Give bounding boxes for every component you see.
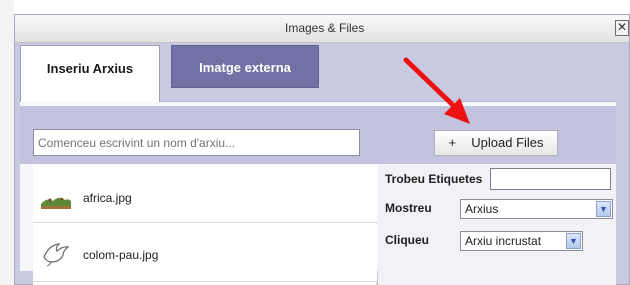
tab-external-image[interactable]: Imatge externa bbox=[171, 45, 319, 88]
click-action-select[interactable]: Arxiu incrustat ▼ bbox=[460, 231, 583, 251]
show-select[interactable]: Arxius ▼ bbox=[460, 199, 613, 219]
red-arrow-annotation bbox=[403, 57, 470, 124]
chevron-down-icon: ▼ bbox=[566, 233, 581, 249]
upload-files-label: Upload Files bbox=[471, 135, 544, 150]
file-name: colom-pau.jpg bbox=[83, 248, 159, 262]
list-item-africa[interactable]: africa.jpg bbox=[33, 165, 377, 223]
list-item-colom-pau[interactable]: colom-pau.jpg bbox=[33, 224, 377, 282]
file-search-input[interactable] bbox=[33, 129, 360, 156]
file-list: africa.jpg colom-pau.jpg bbox=[33, 165, 377, 285]
chevron-down-icon: ▼ bbox=[596, 201, 611, 217]
click-select-value: Arxiu incrustat bbox=[465, 234, 542, 248]
plus-icon: + bbox=[448, 135, 457, 150]
show-select-value: Arxius bbox=[465, 202, 499, 216]
background-window-strip bbox=[0, 0, 14, 285]
tab-insert-files[interactable]: Inseriu Arxius bbox=[20, 45, 160, 102]
dove-thumbnail-icon bbox=[43, 243, 70, 267]
show-label: Mostreu bbox=[385, 201, 432, 215]
landscape-thumbnail-icon bbox=[41, 179, 71, 209]
click-label: Cliqueu bbox=[385, 233, 429, 247]
tags-input[interactable] bbox=[490, 168, 611, 190]
close-icon[interactable]: ✕ bbox=[615, 20, 629, 36]
upload-files-button[interactable]: + Upload Files bbox=[434, 130, 558, 156]
tags-label: Trobeu Etiquetes bbox=[385, 172, 483, 186]
dialog-titlebar: Images & Files ✕ bbox=[15, 15, 629, 43]
dialog-title: Images & Files bbox=[285, 21, 365, 35]
file-name: africa.jpg bbox=[83, 191, 132, 205]
